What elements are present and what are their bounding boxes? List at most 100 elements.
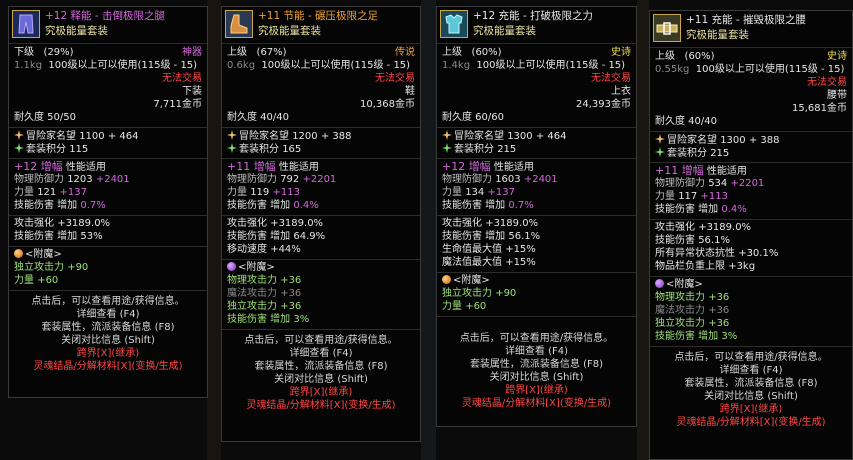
enchant-row: 独立攻击力 +90 <box>14 262 89 273</box>
price: 15,681金币 <box>792 103 847 114</box>
stat-row: 力量 134 +137 <box>442 187 515 198</box>
fame-icon <box>227 130 237 140</box>
divider <box>9 158 207 159</box>
slot-type: 鞋 <box>405 86 415 97</box>
footer-hint[interactable]: 点击后，可以查看用途/获得信息。 <box>222 335 420 348</box>
enchant-row: 力量 +60 <box>442 301 487 312</box>
cross-inherit-hint[interactable]: 跨界[X](继承) <box>222 387 420 400</box>
durability: 耐久度 40/40 <box>227 112 289 123</box>
stat-row: 物理防御力 792 +2201 <box>227 174 337 185</box>
armor-icon[interactable] <box>440 10 468 38</box>
enchant-row: 力量 +60 <box>14 275 59 286</box>
set-info-hint[interactable]: 套装属性，流派装备信息 (F8) <box>9 322 207 335</box>
close-compare-hint[interactable]: 关闭对比信息 (Shift) <box>650 391 852 404</box>
stat-row: 技能伤害 增加 0.7% <box>14 200 106 211</box>
soul-crystal-hint[interactable]: 灵魂结晶/分解材料[X](变换/生成) <box>650 417 852 430</box>
enchant-row: 技能伤害 增加 3% <box>227 314 310 325</box>
divider <box>222 127 420 128</box>
close-compare-hint[interactable]: 关闭对比信息 (Shift) <box>437 372 636 385</box>
close-compare-hint[interactable]: 关闭对比信息 (Shift) <box>9 335 207 348</box>
soul-crystal-hint[interactable]: 灵魂结晶/分解材料[X](变换/生成) <box>437 398 636 411</box>
stat-row: 魔法值最大值 +15% <box>442 257 536 268</box>
divider <box>9 215 207 216</box>
enchant-title-row: <附魔> <box>222 262 420 275</box>
pants-icon[interactable] <box>12 10 40 38</box>
enchant-row: 独立攻击力 +90 <box>442 288 517 299</box>
amplify-row: +12 增幅 性能适用 <box>9 161 207 174</box>
close-compare-hint[interactable]: 关闭对比信息 (Shift) <box>222 374 420 387</box>
no-trade-label: 无法交易 <box>591 73 631 84</box>
stat-row: 物品栏负重上限 +3kg <box>655 261 756 272</box>
stat-row: 攻击强化 +3189.0% <box>227 218 324 229</box>
rarity: 传说 <box>395 47 415 58</box>
stat-row: 攻击强化 +3189.0% <box>442 218 539 229</box>
item-title: +11 节能 - 碾压极限之足 <box>258 10 378 22</box>
tooltip-header: +12 充能 - 打破极限之力 究极能量套装 <box>437 7 636 44</box>
stat-row: 技能伤害 56.1% <box>655 235 730 246</box>
weight: 1.1kg <box>14 60 43 71</box>
set-points-icon <box>14 143 24 153</box>
stat-row: 所有异常状态抗性 +30.1% <box>655 248 779 259</box>
no-trade-label: 无法交易 <box>162 73 202 84</box>
set-info-hint[interactable]: 套装属性，流派装备信息 (F8) <box>650 378 852 391</box>
cross-inherit-hint[interactable]: 跨界[X](继承) <box>650 404 852 417</box>
divider <box>9 290 207 291</box>
rarity: 神器 <box>182 47 202 58</box>
soul-crystal-hint[interactable]: 灵魂结晶/分解材料[X](变换/生成) <box>222 400 420 413</box>
shoes-icon[interactable] <box>225 10 253 38</box>
set-info-hint[interactable]: 套装属性，流派装备信息 (F8) <box>437 359 636 372</box>
divider <box>222 259 420 260</box>
divider <box>437 316 636 317</box>
footer-hint[interactable]: 点击后，可以查看用途/获得信息。 <box>650 352 852 365</box>
divider <box>437 158 636 159</box>
divider <box>650 346 852 347</box>
footer-hint[interactable]: 点击后，可以查看用途/获得信息。 <box>9 296 207 309</box>
set-points-row: 套装积分 215 <box>437 143 636 156</box>
set-points-icon <box>655 147 665 157</box>
slot-type: 上衣 <box>611 86 631 97</box>
tooltip-header: +11 充能 - 摧毁极限之腰 究极能量套装 <box>650 11 852 48</box>
enchant-row: 技能伤害 增加 3% <box>655 331 738 342</box>
set-info-hint[interactable]: 套装属性，流派装备信息 (F8) <box>222 361 420 374</box>
stat-row: 技能伤害 增加 0.4% <box>227 200 319 211</box>
divider <box>222 329 420 330</box>
divider <box>437 272 636 273</box>
stat-row: 力量 117 +113 <box>655 191 728 202</box>
divider <box>650 162 852 163</box>
detail-view-hint[interactable]: 详细查看 (F4) <box>437 346 636 359</box>
belt-icon[interactable] <box>653 14 681 42</box>
stat-row: 生命值最大值 +15% <box>442 244 536 255</box>
footer-hint[interactable]: 点击后，可以查看用途/获得信息。 <box>437 333 636 346</box>
divider <box>9 246 207 247</box>
item-title: +12 充能 - 打破极限之力 <box>473 10 593 22</box>
durability: 耐久度 50/50 <box>14 112 76 123</box>
fame-icon <box>655 134 665 144</box>
set-name: 究极能量套装 <box>686 29 749 41</box>
detail-view-hint[interactable]: 详细查看 (F4) <box>9 309 207 322</box>
soul-crystal-hint[interactable]: 灵魂结晶/分解材料[X](变换/生成) <box>9 361 207 374</box>
stat-row: 技能伤害 增加 53% <box>14 231 103 242</box>
price: 24,393金币 <box>576 99 631 110</box>
divider <box>650 131 852 132</box>
grade-percent: (29%) <box>43 47 74 58</box>
cross-inherit-hint[interactable]: 跨界[X](继承) <box>437 385 636 398</box>
amplify-row: +12 增幅 性能适用 <box>442 160 534 174</box>
set-name: 究极能量套装 <box>473 25 536 37</box>
price: 7,711金币 <box>153 99 202 110</box>
stat-row: 攻击强化 +3189.0% <box>14 218 111 229</box>
no-trade-label: 无法交易 <box>807 77 847 88</box>
level-row: 1.1kg 100级以上可以使用(115级 - 15) <box>9 60 207 73</box>
divider <box>222 158 420 159</box>
detail-view-hint[interactable]: 详细查看 (F4) <box>650 365 852 378</box>
background-strip <box>637 0 649 460</box>
cross-inherit-hint[interactable]: 跨界[X](继承) <box>9 348 207 361</box>
enchant-row: 魔法攻击力 +36 <box>655 305 730 316</box>
stat-row: 力量 119 +113 <box>227 187 300 198</box>
stat-row: 物理防御力 1603 +2401 <box>442 174 558 185</box>
detail-view-hint[interactable]: 详细查看 (F4) <box>222 348 420 361</box>
fame-row: 冒险家名望 1300 + 464 <box>437 130 636 143</box>
divider <box>650 276 852 277</box>
amplify-row: +11 增幅 性能适用 <box>655 164 747 178</box>
fame-row: 冒险家名望 1300 + 388 <box>650 134 852 147</box>
grade-row: 上级 (60%) 史诗 <box>655 51 847 62</box>
